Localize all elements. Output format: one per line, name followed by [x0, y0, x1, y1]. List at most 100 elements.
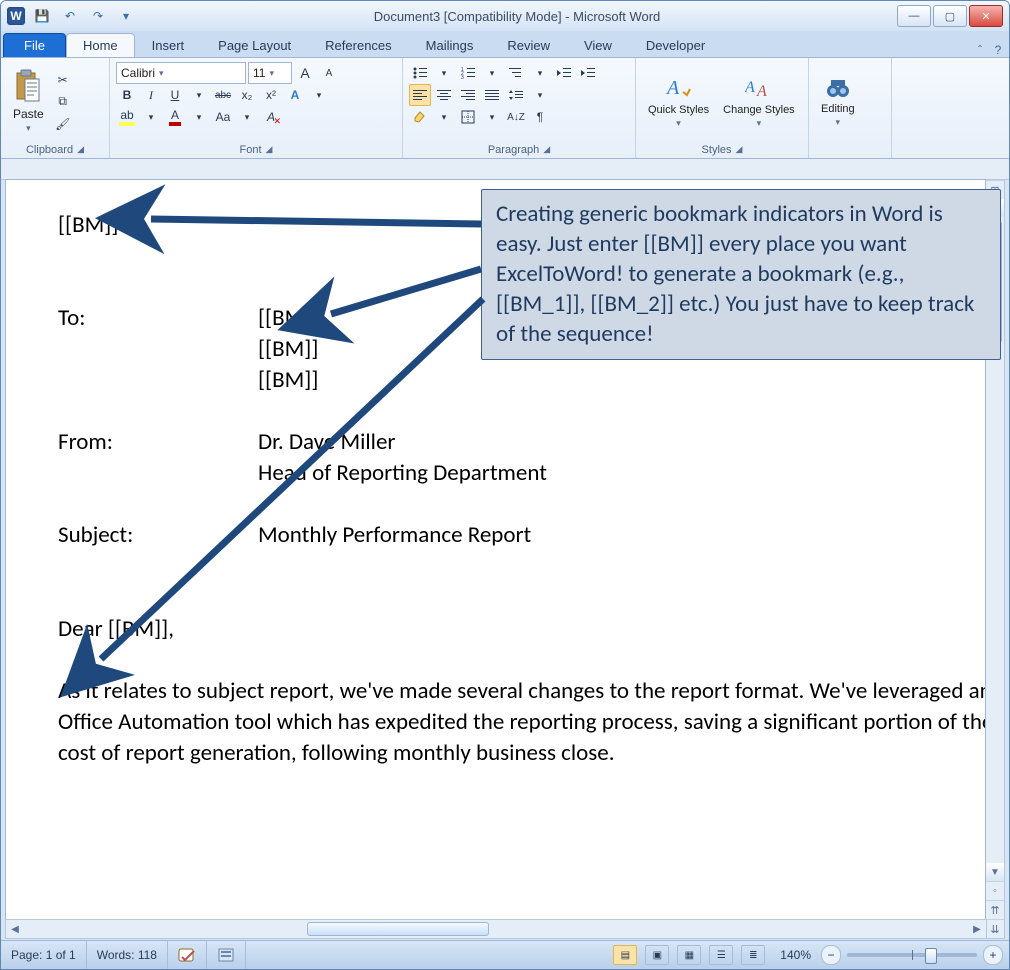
callout-text: Creating generic bookmark indicators in … [496, 200, 974, 348]
save-icon[interactable]: 💾 [31, 6, 53, 26]
status-proofing-icon[interactable] [168, 941, 207, 969]
horizontal-scrollbar[interactable]: ◀ ▶ [5, 919, 987, 939]
view-draft-icon[interactable]: ≣ [741, 945, 765, 965]
help-icon[interactable]: ? [989, 43, 1007, 57]
styles-dialog-launcher-icon[interactable]: ◢ [736, 144, 743, 155]
status-page[interactable]: Page: 1 of 1 [1, 941, 87, 969]
sort-button[interactable]: A↓Z [505, 106, 527, 128]
borders-icon[interactable] [457, 106, 479, 128]
increase-indent-icon[interactable] [577, 62, 599, 84]
next-page-icon[interactable]: ⇊ [986, 919, 1004, 938]
browse-object-icon[interactable]: ◦ [986, 881, 1004, 900]
align-center-icon[interactable] [433, 84, 455, 106]
bullets-icon[interactable] [409, 62, 431, 84]
font-color-icon[interactable]: A [164, 106, 186, 128]
tab-file[interactable]: File [3, 33, 66, 57]
highlight-color-icon[interactable]: ab [116, 106, 138, 128]
tab-page-layout[interactable]: Page Layout [201, 33, 308, 57]
zoom-out-button[interactable]: − [821, 945, 841, 965]
minimize-button[interactable]: — [897, 5, 931, 27]
strikethrough-button[interactable]: abc [212, 84, 234, 106]
font-dialog-launcher-icon[interactable]: ◢ [266, 144, 273, 155]
paragraph-dialog-launcher-icon[interactable]: ◢ [543, 144, 550, 155]
view-web-layout-icon[interactable]: ▦ [677, 945, 701, 965]
group-styles: A Quick Styles ▾ AA Change Styles ▾ Styl… [636, 58, 809, 158]
zoom-slider-knob[interactable] [925, 948, 937, 964]
qat-more-icon[interactable]: ▾ [115, 6, 137, 26]
group-paragraph: ▾ 123 ▾ ▾ ▾ ▾ ▾ A↓Z [403, 58, 636, 158]
chevron-down-icon[interactable]: ▾ [481, 62, 503, 84]
scroll-down-arrow-icon[interactable]: ▼ [986, 863, 1004, 881]
tab-mailings[interactable]: Mailings [409, 33, 491, 57]
chevron-down-icon[interactable]: ▾ [529, 84, 551, 106]
italic-button[interactable]: I [140, 84, 162, 106]
prev-page-icon[interactable]: ⇈ [986, 900, 1004, 919]
close-button[interactable]: ✕ [969, 5, 1003, 27]
show-hide-pilcrow-icon[interactable]: ¶ [529, 106, 551, 128]
tab-review[interactable]: Review [490, 33, 567, 57]
font-size-selector[interactable]: 11▾ [248, 62, 292, 84]
shading-icon[interactable] [409, 106, 431, 128]
status-macro-icon[interactable] [207, 941, 246, 969]
tab-view[interactable]: View [567, 33, 629, 57]
tab-developer[interactable]: Developer [629, 33, 722, 57]
subscript-button[interactable]: x₂ [236, 84, 258, 106]
decrease-indent-icon[interactable] [553, 62, 575, 84]
text-effects-icon[interactable]: A [284, 84, 306, 106]
justify-icon[interactable] [481, 84, 503, 106]
undo-icon[interactable]: ↶ [59, 6, 81, 26]
change-styles-button[interactable]: AA Change Styles ▾ [717, 72, 801, 131]
zoom-slider[interactable] [847, 953, 977, 957]
scroll-right-arrow-icon[interactable]: ▶ [968, 924, 986, 935]
grow-font-icon[interactable]: A [294, 62, 316, 84]
hscroll-thumb[interactable] [307, 922, 489, 936]
chevron-down-icon[interactable]: ▾ [481, 106, 503, 128]
change-case-button[interactable]: Aa [212, 106, 234, 128]
tab-insert[interactable]: Insert [135, 33, 202, 57]
align-right-icon[interactable] [457, 84, 479, 106]
zoom-level[interactable]: 140% [770, 941, 821, 969]
horizontal-ruler[interactable] [1, 159, 1009, 180]
tab-home[interactable]: Home [66, 33, 135, 57]
copy-icon[interactable]: ⧉ [52, 91, 74, 113]
chevron-down-icon[interactable]: ▾ [236, 106, 258, 128]
quick-styles-button[interactable]: A Quick Styles ▾ [642, 72, 715, 131]
paste-button[interactable]: Paste ▾ [7, 67, 50, 136]
zoom-in-button[interactable]: + [983, 945, 1003, 965]
cut-icon[interactable]: ✂ [52, 69, 74, 91]
chevron-down-icon[interactable]: ▾ [433, 106, 455, 128]
hscroll-track[interactable] [24, 920, 968, 938]
maximize-button[interactable]: ▢ [933, 5, 967, 27]
superscript-button[interactable]: x² [260, 84, 282, 106]
ribbon-collapse-icon[interactable]: ˆ [971, 43, 989, 57]
format-painter-icon[interactable]: 🖌 [52, 113, 74, 135]
underline-button[interactable]: U [164, 84, 186, 106]
view-print-layout-icon[interactable]: ▤ [613, 945, 637, 965]
scroll-left-arrow-icon[interactable]: ◀ [6, 924, 24, 935]
view-full-screen-icon[interactable]: ▣ [645, 945, 669, 965]
numbering-icon[interactable]: 123 [457, 62, 479, 84]
status-words[interactable]: Words: 118 [87, 941, 168, 969]
change-styles-label: Change Styles [723, 104, 795, 116]
clipboard-dialog-launcher-icon[interactable]: ◢ [77, 144, 84, 155]
line-spacing-icon[interactable] [505, 84, 527, 106]
bold-button[interactable]: B [116, 84, 138, 106]
clear-formatting-icon[interactable]: A✕ [260, 106, 282, 128]
chevron-down-icon[interactable]: ▾ [140, 106, 162, 128]
chevron-down-icon[interactable]: ▾ [188, 84, 210, 106]
align-left-icon[interactable] [409, 84, 431, 106]
editing-button[interactable]: Editing ▾ [815, 73, 861, 130]
view-outline-icon[interactable]: ☰ [709, 945, 733, 965]
chevron-down-icon[interactable]: ▾ [433, 62, 455, 84]
tab-references[interactable]: References [308, 33, 408, 57]
multilevel-list-icon[interactable] [505, 62, 527, 84]
title-bar: W 💾 ↶ ↷ ▾ Document3 [Compatibility Mode]… [1, 1, 1009, 31]
chevron-down-icon[interactable]: ▾ [529, 62, 551, 84]
word-app-icon[interactable]: W [7, 7, 25, 25]
redo-icon[interactable]: ↷ [87, 6, 109, 26]
shrink-font-icon[interactable]: A [318, 62, 340, 84]
doc-to-line: [[BM]] [258, 304, 318, 332]
chevron-down-icon[interactable]: ▾ [308, 84, 330, 106]
chevron-down-icon[interactable]: ▾ [188, 106, 210, 128]
font-name-selector[interactable]: Calibri▾ [116, 62, 246, 84]
